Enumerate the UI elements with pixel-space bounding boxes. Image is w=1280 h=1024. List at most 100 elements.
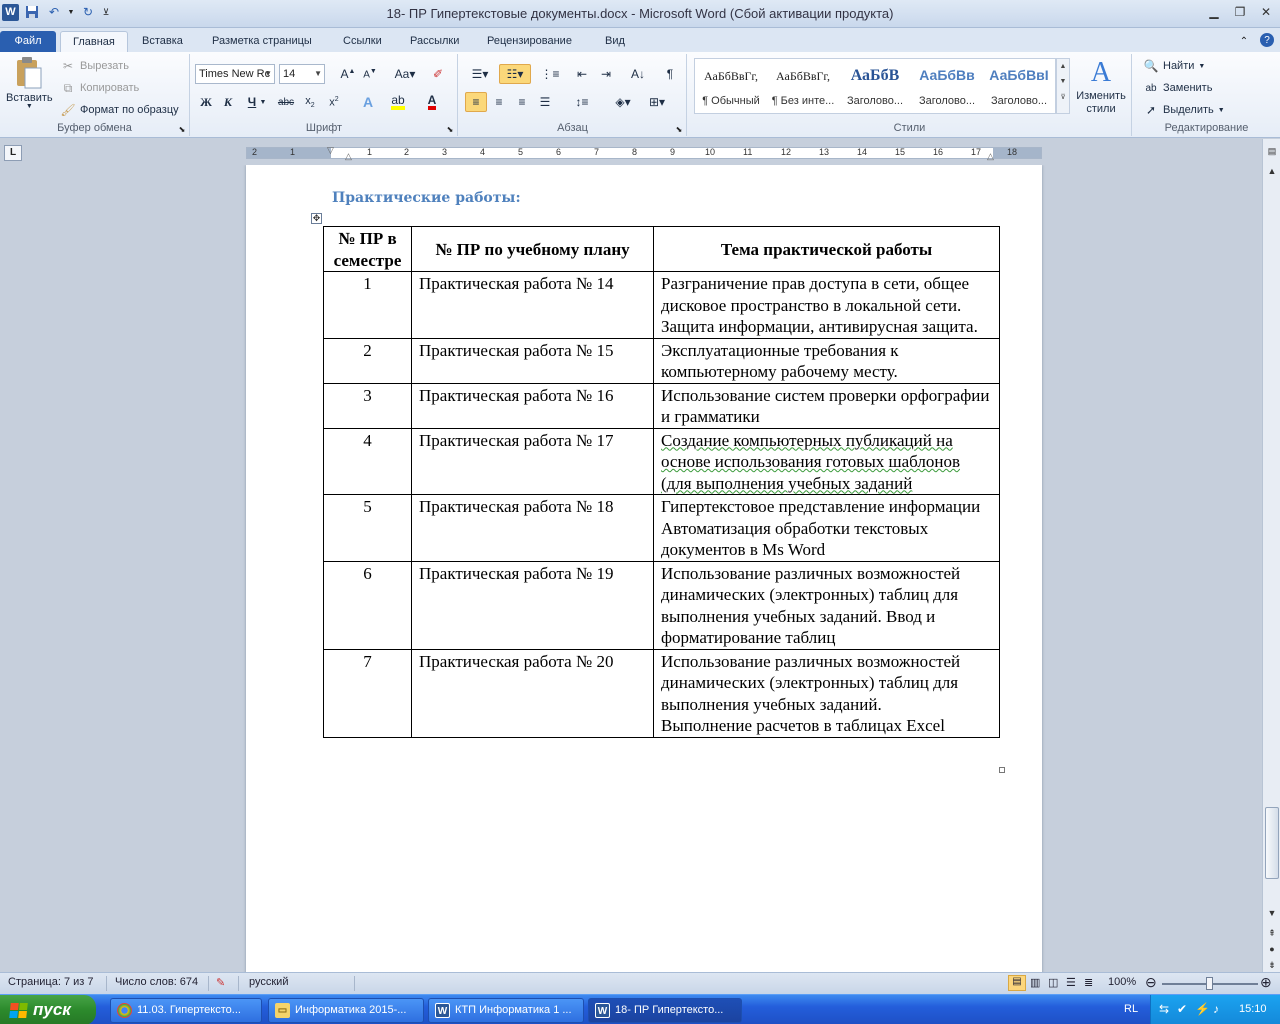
table-cell[interactable]: 6 bbox=[323, 560, 412, 650]
table-cell[interactable]: Эксплуатационные требования к компьютерн… bbox=[653, 337, 1000, 384]
table-resize-handle[interactable] bbox=[999, 767, 1005, 773]
italic-button[interactable]: К bbox=[217, 92, 239, 112]
superscript-button[interactable]: x2 bbox=[323, 92, 345, 112]
page[interactable]: Практические работы: ✥ № ПР в семестре №… bbox=[246, 165, 1042, 972]
bold-button[interactable]: Ж bbox=[195, 92, 217, 112]
table-cell[interactable]: Практическая работа № 17 bbox=[411, 427, 654, 495]
style-no-spacing[interactable]: АаБбВвГг, ¶ Без инте... bbox=[767, 59, 839, 113]
table-cell[interactable]: Использование систем проверки орфографии… bbox=[653, 382, 1000, 429]
table-cell[interactable]: Гипертекстовое представление информации … bbox=[653, 494, 1000, 562]
borders-button[interactable]: ⊞▾ bbox=[643, 92, 671, 112]
practical-works-table[interactable]: № ПР в семестре № ПР по учебному плану Т… bbox=[323, 226, 1000, 738]
header-cell[interactable]: Тема практической работы bbox=[653, 226, 1000, 272]
help-icon[interactable]: ? bbox=[1260, 33, 1274, 47]
zoom-in-icon[interactable]: ⊕ bbox=[1260, 974, 1272, 991]
table-cell[interactable]: Практическая работа № 14 bbox=[411, 271, 654, 339]
style-normal[interactable]: АаБбВвГг, ¶ Обычный bbox=[695, 59, 767, 113]
cut-button[interactable]: ✂ Вырезать bbox=[60, 58, 129, 74]
tab-file[interactable]: Файл bbox=[0, 31, 56, 52]
minimize-icon[interactable]: ▁ bbox=[1206, 4, 1222, 20]
font-name-combo[interactable]: Times New Rc ▼ bbox=[195, 64, 275, 84]
collapse-ribbon-icon[interactable]: ⌃ bbox=[1236, 33, 1252, 49]
table-cell[interactable]: Практическая работа № 19 bbox=[411, 560, 654, 650]
table-cell[interactable]: Практическая работа № 16 bbox=[411, 382, 654, 429]
taskbar-item-chrome[interactable]: 11.03. Гипертексто... bbox=[110, 998, 262, 1023]
tab-insert[interactable]: Вставка bbox=[130, 31, 195, 52]
change-case-button[interactable]: Aa▾ bbox=[391, 64, 419, 84]
table-cell[interactable]: 3 bbox=[323, 382, 412, 429]
align-center-button[interactable]: ≡ bbox=[488, 92, 510, 112]
shrink-font-button[interactable]: A▼ bbox=[359, 64, 381, 84]
table-cell[interactable]: 2 bbox=[323, 337, 412, 384]
usb-icon[interactable]: ⚡ bbox=[1195, 1002, 1210, 1016]
subscript-button[interactable]: x2 bbox=[299, 92, 321, 112]
multilevel-list-button[interactable]: ⋮≡ bbox=[535, 64, 565, 84]
bullets-button[interactable]: ☰▾ bbox=[465, 64, 495, 84]
tab-stop-selector[interactable]: L bbox=[4, 145, 22, 161]
line-spacing-button[interactable]: ↕≡ bbox=[567, 92, 597, 112]
web-layout-icon[interactable]: ◫ bbox=[1048, 976, 1058, 989]
tab-references[interactable]: Ссылки bbox=[331, 31, 394, 52]
network-icon[interactable]: ⇆ bbox=[1159, 1002, 1169, 1016]
shading-button[interactable]: ◈▾ bbox=[609, 92, 637, 112]
style-heading-3[interactable]: АаБбВвІ Заголово... bbox=[983, 59, 1055, 113]
previous-page-icon[interactable]: ⇞ bbox=[1264, 925, 1280, 941]
show-formatting-button[interactable]: ¶ bbox=[659, 64, 681, 84]
zoom-slider-thumb[interactable] bbox=[1206, 977, 1213, 990]
tab-page-layout[interactable]: Разметка страницы bbox=[200, 31, 324, 52]
tab-mailings[interactable]: Рассылки bbox=[398, 31, 471, 52]
select-button[interactable]: ➚ Выделить ▼ bbox=[1143, 102, 1225, 118]
replace-button[interactable]: ab Заменить bbox=[1143, 80, 1212, 96]
grow-font-button[interactable]: A▲ bbox=[337, 64, 359, 84]
header-cell[interactable]: № ПР в семестре bbox=[323, 226, 412, 272]
style-heading-2[interactable]: АаБбВв Заголово... bbox=[911, 59, 983, 113]
vertical-scrollbar[interactable]: ▤ ▲ ▼ ⇞ ● ⇟ bbox=[1262, 139, 1280, 972]
tab-home[interactable]: Главная bbox=[60, 31, 128, 52]
sort-button[interactable]: A↓ bbox=[627, 64, 649, 84]
table-cell[interactable]: Практическая работа № 18 bbox=[411, 494, 654, 562]
table-cell[interactable]: 5 bbox=[323, 494, 412, 562]
antivirus-icon[interactable]: ✔ bbox=[1177, 1002, 1187, 1016]
scroll-up-icon[interactable]: ▲ bbox=[1264, 163, 1280, 179]
dialog-launcher-icon[interactable]: ⬊ bbox=[445, 124, 455, 134]
table-cell[interactable]: Разграничение прав доступа в сети, общее… bbox=[653, 271, 1000, 339]
clock[interactable]: 15:10 bbox=[1239, 1003, 1267, 1015]
change-styles-button[interactable]: A Изменить стили bbox=[1074, 56, 1128, 116]
dialog-launcher-icon[interactable]: ⬊ bbox=[177, 124, 187, 134]
word-count[interactable]: Число слов: 674 bbox=[115, 976, 198, 988]
restore-icon[interactable]: ❐ bbox=[1232, 4, 1248, 20]
format-painter-button[interactable]: 🖌 Формат по образцу bbox=[60, 102, 178, 118]
header-cell[interactable]: № ПР по учебному плану bbox=[411, 226, 654, 272]
full-screen-reading-icon[interactable]: ▥ bbox=[1030, 976, 1040, 989]
next-page-icon[interactable]: ⇟ bbox=[1264, 957, 1280, 973]
numbering-button[interactable]: ☷▾ bbox=[499, 64, 531, 84]
page-indicator[interactable]: Страница: 7 из 7 bbox=[8, 976, 94, 988]
table-cell[interactable]: Использование различных возможностей дин… bbox=[653, 560, 1000, 650]
language-indicator[interactable]: русский bbox=[249, 976, 288, 988]
align-left-button[interactable]: ≡ bbox=[465, 92, 487, 112]
taskbar-item-word-ktp[interactable]: W КТП Информатика 1 ... bbox=[428, 998, 584, 1023]
decrease-indent-button[interactable]: ⇤ bbox=[571, 64, 593, 84]
table-cell[interactable]: 4 bbox=[323, 427, 412, 495]
scroll-down-icon[interactable]: ▼ bbox=[1264, 905, 1280, 921]
tab-review[interactable]: Рецензирование bbox=[475, 31, 584, 52]
table-cell[interactable]: Практическая работа № 20 bbox=[411, 648, 654, 738]
dialog-launcher-icon[interactable]: ⬊ bbox=[674, 124, 684, 134]
underline-dropdown[interactable]: ▼ bbox=[257, 92, 269, 112]
close-icon[interactable]: ✕ bbox=[1258, 4, 1274, 20]
copy-button[interactable]: ⧉ Копировать bbox=[60, 80, 140, 96]
style-heading-1[interactable]: АаБбВ Заголово... bbox=[839, 59, 911, 113]
text-effects-button[interactable]: A bbox=[357, 92, 379, 112]
scrollbar-thumb[interactable] bbox=[1265, 807, 1279, 879]
print-layout-icon[interactable]: ▤ bbox=[1008, 975, 1026, 991]
right-indent-marker[interactable]: △ bbox=[987, 151, 994, 162]
table-cell[interactable]: 7 bbox=[323, 648, 412, 738]
clear-formatting-button[interactable]: ✐ bbox=[427, 64, 449, 84]
tab-view[interactable]: Вид bbox=[593, 31, 637, 52]
styles-scroll[interactable]: ▲ ▼ ⊽ bbox=[1056, 58, 1070, 114]
proofing-icon[interactable]: ✎ bbox=[216, 976, 225, 989]
ruler-toggle-icon[interactable]: ▤ bbox=[1264, 143, 1280, 159]
outline-icon[interactable]: ☰ bbox=[1066, 976, 1076, 989]
taskbar-item-folder[interactable]: ▭ Информатика 2015-... bbox=[268, 998, 424, 1023]
font-size-combo[interactable]: 14 ▼ bbox=[279, 64, 325, 84]
